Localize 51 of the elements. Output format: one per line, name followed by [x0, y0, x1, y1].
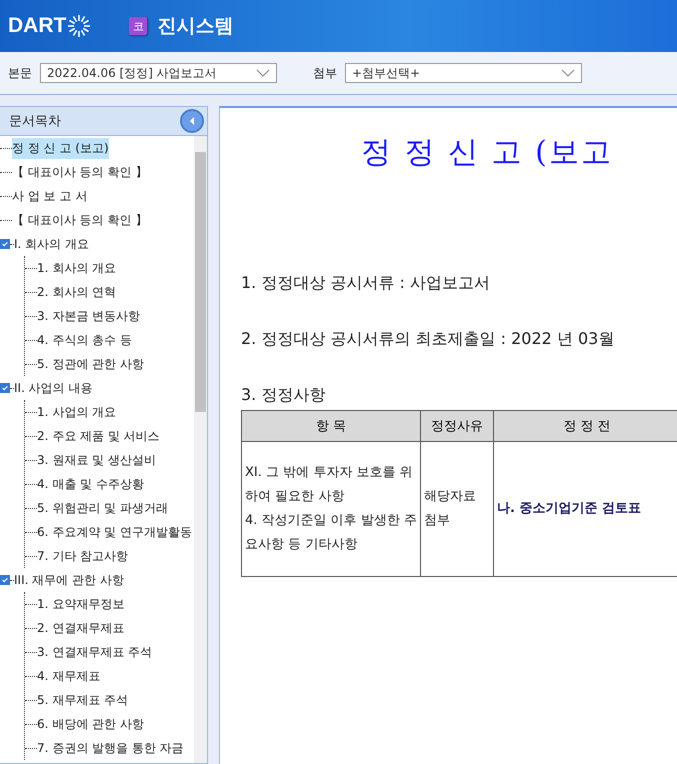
table-header: 정 정 전 [494, 410, 677, 442]
tree-item[interactable]: III. 재무에 관한 사항 [14, 570, 124, 590]
tree-item[interactable]: 3. 연결재무제표 주석 [37, 642, 152, 662]
tree-item[interactable]: 4. 주식의 총수 등 [37, 330, 132, 350]
table-header: 정정사유 [420, 410, 494, 442]
tree-item[interactable]: 7. 기타 참고사항 [37, 546, 128, 566]
sidebar-title: 문서목차 [9, 113, 61, 130]
tree-item[interactable]: 5. 위험관리 및 파생거래 [37, 498, 168, 518]
attachment-select[interactable]: +첨부선택+ [345, 63, 582, 83]
document-title: 정 정 신 고 (보고 [361, 134, 613, 172]
sunburst-logo-icon [67, 14, 92, 38]
vertical-scrollbar[interactable] [194, 136, 207, 763]
document-paragraph: 1. 정정대상 공시서류 : 사업보고서 [241, 273, 491, 294]
tree-item[interactable]: 사 업 보 고 서 [12, 186, 88, 206]
tree-item[interactable]: 【 대표이사 등의 확인 】 [12, 162, 148, 182]
tree-item[interactable]: 4. 재무제표 [37, 666, 100, 686]
table-cell: XI. 그 밖에 투자자 보호를 위하여 필요한 사항 4. 작성기준일 이후 발생한 주요사항 등 기타사항 [242, 442, 420, 576]
tree-item[interactable]: 3. 자본금 변동사항 [37, 306, 140, 326]
main-doc-label: 본문 [8, 64, 32, 82]
tree-item[interactable]: 1. 사업의 개요 [37, 402, 116, 422]
logo-text: DART [8, 14, 66, 38]
document-paragraph: 2. 정정대상 공시서류의 최초제출일 : 2022 년 03월 [241, 329, 616, 350]
tree-item[interactable]: 1. 회사의 개요 [37, 258, 116, 278]
tree-item[interactable]: 2. 주요 제품 및 서비스 [37, 426, 160, 446]
chevron-down-icon [561, 69, 575, 77]
collapse-sidebar-button[interactable] [180, 109, 204, 133]
expand-toggle-icon[interactable] [0, 383, 10, 393]
company-title: 진시스템 [157, 14, 234, 39]
tree-item[interactable]: 2. 연결재무제표 [37, 618, 124, 638]
attachment-label: 첨부 [313, 64, 337, 82]
table-header: 항 목 [242, 410, 420, 442]
expand-toggle-icon[interactable] [0, 575, 10, 585]
tree-item[interactable]: 6. 배당에 관한 사항 [37, 714, 144, 734]
tree-item[interactable]: 정 정 신 고 (보고) [12, 138, 109, 158]
tree-item[interactable]: I. 회사의 개요 [14, 234, 89, 254]
tree-item[interactable]: II. 사업의 내용 [14, 378, 93, 398]
tree-item[interactable]: 5. 정관에 관한 사항 [37, 354, 144, 374]
tree-item[interactable]: 1. 요약재무정보 [37, 594, 124, 614]
tree-item[interactable]: 【 대표이사 등의 확인 】 [12, 210, 148, 230]
expand-toggle-icon[interactable] [0, 239, 10, 249]
document-paragraph: 3. 정정사항 [241, 385, 326, 406]
tree-item[interactable]: 3. 원재료 및 생산설비 [37, 450, 156, 470]
chevron-down-icon [256, 69, 270, 77]
tree-item[interactable]: 6. 주요계약 및 연구개발활동 [37, 522, 192, 542]
main-doc-select[interactable]: 2022.04.06 [정정] 사업보고서 [40, 63, 277, 83]
tree-item[interactable]: 5. 재무제표 주석 [37, 690, 128, 710]
tree-item[interactable]: 2. 회사의 연혁 [37, 282, 116, 302]
table-cell: 해당자료 첨부 [420, 442, 494, 576]
tree-item[interactable]: 4. 매출 및 수주상황 [37, 474, 144, 494]
tree-item[interactable]: 7. 증권의 발행을 통한 자금 [37, 738, 184, 758]
company-badge: 코 [129, 17, 148, 35]
